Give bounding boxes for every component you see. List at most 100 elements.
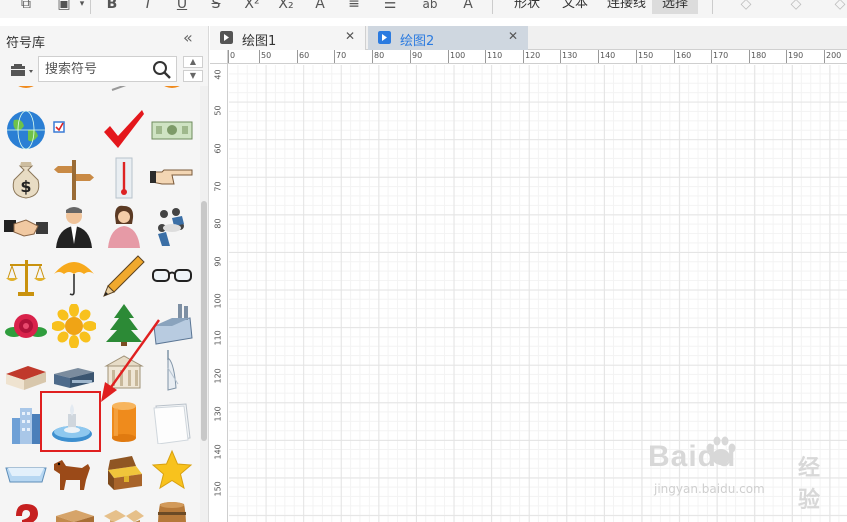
ruler-label: 120 [525, 51, 541, 60]
toolbar-divider [90, 0, 91, 14]
save-icon[interactable]: ▣ [54, 0, 74, 14]
check-mark-icon[interactable] [102, 106, 146, 150]
paw-logo-icon [706, 436, 736, 465]
subscript-icon[interactable]: X₂ [276, 0, 296, 14]
close-icon[interactable]: ✕ [345, 29, 355, 43]
industrial-plant-icon[interactable] [52, 352, 96, 396]
globe-icon[interactable] [4, 108, 48, 152]
handshake-icon[interactable] [4, 206, 48, 250]
panel-title: 符号库 [6, 36, 46, 51]
paper-sheets-icon[interactable] [150, 400, 194, 444]
save-dropdown-icon[interactable]: ▾ [72, 0, 92, 14]
page-setup-icon[interactable]: ⧉ [16, 0, 36, 14]
barrel-icon[interactable] [150, 500, 194, 522]
balance-scale-icon[interactable] [4, 254, 48, 298]
dog-icon[interactable] [50, 450, 94, 494]
ruler-label: 90 [213, 256, 223, 267]
superscript-icon[interactable]: X² [242, 0, 262, 14]
library-menu-button[interactable] [8, 62, 36, 80]
close-icon[interactable]: ✕ [508, 29, 518, 43]
ruler-label: 150 [638, 51, 654, 60]
banknote-icon[interactable] [150, 108, 194, 152]
symbol-search-box [38, 56, 177, 82]
document-tab-bar: 绘图1 ✕ 绘图2 ✕ [210, 26, 847, 50]
thermometer-icon[interactable] [102, 156, 146, 200]
highlighted-symbol-frame [40, 391, 101, 452]
ruler-label: 0 [230, 51, 236, 60]
select-tool-button[interactable]: 选择 [662, 0, 688, 12]
annotation-arrow-icon [101, 319, 160, 402]
ruler-label: 200 [826, 51, 842, 60]
font-size-icon[interactable]: A [458, 0, 478, 14]
meeting-group-icon[interactable] [150, 204, 194, 248]
treasure-chest-icon[interactable] [102, 450, 146, 494]
signpost-icon[interactable] [52, 156, 96, 200]
text-style-icon[interactable]: ab [420, 0, 440, 14]
pencil-icon[interactable] [102, 254, 146, 298]
tab-label: 绘图2 [400, 34, 435, 49]
umbrella-icon[interactable] [52, 254, 96, 298]
horizontal-ruler: 0 50 60 70 80 90 100 110 120 130 140 150… [228, 50, 847, 64]
money-bag-icon[interactable]: $ [4, 156, 48, 200]
shape-tool-button[interactable]: 形状 [514, 0, 540, 12]
ruler-label: 190 [788, 51, 804, 60]
symbol-search-input[interactable] [45, 61, 149, 78]
font-color-icon[interactable]: A [310, 0, 330, 14]
warehouse-icon[interactable] [4, 352, 48, 396]
scroll-down-button[interactable]: ▼ [183, 70, 203, 82]
connector-tool-button[interactable]: 连接线 [607, 0, 646, 12]
vertical-ruler: 40 50 60 70 80 90 100 110 120 130 140 15… [210, 64, 228, 522]
line-color-icon[interactable]: ◇ [786, 0, 806, 14]
cylinder-icon[interactable] [102, 400, 146, 444]
text-tool-button[interactable]: 文本 [562, 0, 588, 12]
partial-dark-symbol-icon[interactable] [52, 86, 96, 92]
ruler-label: 140 [600, 51, 616, 60]
italic-icon[interactable]: I [138, 0, 158, 14]
pointing-hand-icon[interactable] [150, 156, 194, 200]
partial-orange-symbol-icon[interactable] [4, 86, 48, 94]
star-icon[interactable] [150, 448, 194, 492]
bullet-list-icon[interactable]: ☰ [380, 0, 400, 14]
tab-label: 绘图1 [242, 34, 277, 49]
line-style-icon[interactable]: ◇ [830, 0, 847, 14]
tab-drawing-1[interactable]: 绘图1 ✕ [210, 26, 366, 50]
scrollbar-thumb[interactable] [201, 201, 207, 441]
cardboard-box-icon[interactable] [52, 500, 96, 522]
ruler-label: 70 [213, 181, 223, 192]
underline-icon[interactable]: U [172, 0, 192, 14]
partial-orange-symbol-icon[interactable] [150, 86, 194, 94]
scroll-up-button[interactable]: ▲ [183, 56, 203, 68]
line-spacing-icon[interactable]: ≡ [344, 0, 364, 14]
tray-icon[interactable] [4, 452, 48, 496]
businesswoman-icon[interactable] [102, 204, 146, 248]
ruler-label: 180 [751, 51, 767, 60]
fill-icon[interactable]: ◇ [736, 0, 756, 14]
search-icon[interactable] [152, 60, 172, 80]
watermark-suffix: 经验 [798, 456, 821, 513]
toolbar-divider [492, 0, 493, 14]
ruler-label: 60 [213, 143, 223, 154]
businessman-icon[interactable] [52, 204, 96, 248]
bold-icon[interactable]: B [102, 0, 122, 14]
watermark-url: jingyan.baidu.com [654, 482, 765, 496]
toolbar-divider [712, 0, 713, 14]
open-box-icon[interactable] [102, 500, 146, 522]
collapse-panel-icon[interactable]: « [183, 28, 193, 47]
sunflower-icon[interactable] [52, 304, 96, 348]
glasses-icon[interactable] [150, 254, 194, 298]
ruler-label: 120 [213, 368, 223, 384]
strikethrough-icon[interactable]: S [206, 0, 226, 14]
ruler-label: 110 [487, 51, 503, 60]
checkbox-icon[interactable] [52, 108, 96, 152]
tab-drawing-2[interactable]: 绘图2 ✕ [368, 26, 528, 50]
symbol-scrollbar[interactable] [200, 86, 208, 522]
question-mark-icon[interactable] [4, 500, 48, 522]
ruler-label: 160 [676, 51, 692, 60]
ruler-label: 100 [450, 51, 466, 60]
ruler-label: 100 [213, 293, 223, 309]
ruler-label: 60 [299, 51, 310, 60]
ruler-label: 70 [336, 51, 347, 60]
rose-icon[interactable] [4, 304, 48, 348]
ruler-label: 170 [713, 51, 729, 60]
partial-symbol-icon[interactable] [104, 86, 148, 94]
